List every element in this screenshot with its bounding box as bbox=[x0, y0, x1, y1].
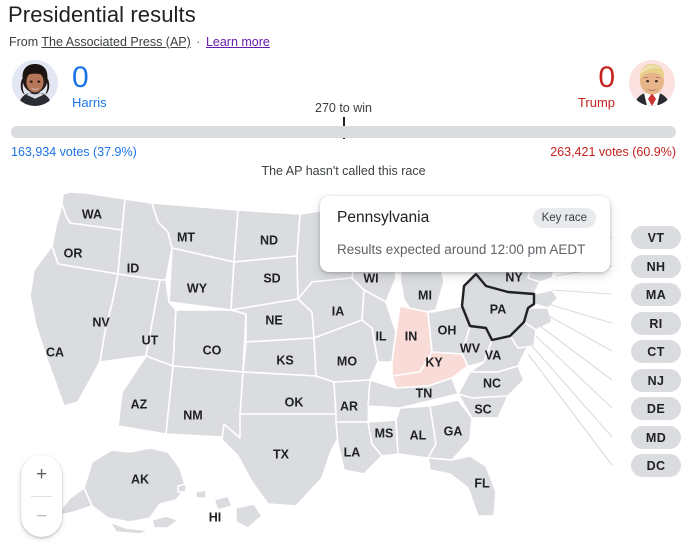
state-label-ne[interactable]: NE bbox=[265, 313, 282, 327]
trump-votes: 263,421 votes (60.9%) bbox=[550, 145, 676, 159]
side-label-ct[interactable]: CT bbox=[631, 340, 681, 363]
state-info-card[interactable]: Pennsylvania Key race Results expected a… bbox=[320, 196, 610, 272]
state-label-wy[interactable]: WY bbox=[187, 281, 208, 295]
presidential-results-panel: Presidential results From The Associated… bbox=[0, 0, 687, 559]
state-label-il[interactable]: IL bbox=[375, 329, 386, 343]
state-label-in[interactable]: IN bbox=[405, 329, 418, 343]
state-label-id[interactable]: ID bbox=[127, 261, 140, 275]
trump-avatar bbox=[629, 60, 675, 106]
learn-more-link[interactable]: Learn more bbox=[206, 35, 270, 49]
side-label-de[interactable]: DE bbox=[631, 397, 681, 420]
state-label-ms[interactable]: MS bbox=[375, 426, 394, 440]
zoom-in-button[interactable]: + bbox=[21, 455, 62, 495]
state-label-wi[interactable]: WI bbox=[363, 271, 378, 285]
state-label-ak[interactable]: AK bbox=[131, 472, 149, 486]
harris-avatar bbox=[12, 60, 58, 106]
state-label-ny[interactable]: NY bbox=[505, 270, 523, 284]
state-label-mt[interactable]: MT bbox=[177, 230, 195, 244]
side-label-nh[interactable]: NH bbox=[631, 255, 681, 278]
trump-electoral-votes: 0 bbox=[598, 61, 615, 94]
state-label-ar[interactable]: AR bbox=[340, 399, 358, 413]
to-win-label: 270 to win bbox=[315, 101, 372, 115]
state-label-nc[interactable]: NC bbox=[483, 376, 501, 390]
source-line: From The Associated Press (AP) · Learn m… bbox=[9, 35, 270, 49]
northeast-state-labels: VT NH MA RI CT NJ DE MD DC bbox=[607, 186, 687, 516]
state-label-la[interactable]: LA bbox=[344, 445, 361, 459]
state-label-al[interactable]: AL bbox=[410, 428, 427, 442]
source-link[interactable]: The Associated Press (AP) bbox=[41, 35, 190, 49]
electoral-vote-bar bbox=[11, 126, 676, 138]
card-detail-text: Results expected around 12:00 pm AEDT bbox=[337, 242, 586, 257]
state-label-sc[interactable]: SC bbox=[474, 402, 491, 416]
from-prefix: From bbox=[9, 35, 39, 49]
state-label-pa[interactable]: PA bbox=[490, 302, 506, 316]
state-label-tx[interactable]: TX bbox=[273, 447, 290, 461]
state-label-va[interactable]: VA bbox=[485, 348, 501, 362]
side-label-md[interactable]: MD bbox=[631, 426, 681, 449]
side-label-vt[interactable]: VT bbox=[631, 226, 681, 249]
state-label-ks[interactable]: KS bbox=[276, 353, 293, 367]
race-status: The AP hasn't called this race bbox=[261, 164, 426, 178]
state-label-hi[interactable]: HI bbox=[209, 510, 222, 524]
state-label-co[interactable]: CO bbox=[203, 343, 222, 357]
state-label-fl[interactable]: FL bbox=[474, 476, 490, 490]
key-race-badge: Key race bbox=[532, 208, 596, 228]
state-label-or[interactable]: OR bbox=[64, 246, 83, 260]
state-label-ky[interactable]: KY bbox=[425, 355, 443, 369]
card-state-name: Pennsylvania bbox=[337, 209, 430, 226]
state-label-nv[interactable]: NV bbox=[92, 315, 110, 329]
state-label-wv[interactable]: WV bbox=[460, 341, 481, 355]
state-label-az[interactable]: AZ bbox=[131, 397, 148, 411]
side-label-dc[interactable]: DC bbox=[631, 454, 681, 477]
zoom-out-button[interactable]: − bbox=[21, 497, 62, 537]
state-label-oh[interactable]: OH bbox=[438, 323, 457, 337]
state-label-ok[interactable]: OK bbox=[285, 395, 304, 409]
state-label-mo[interactable]: MO bbox=[337, 354, 357, 368]
state-label-ia[interactable]: IA bbox=[332, 304, 345, 318]
separator-dot: · bbox=[196, 35, 201, 49]
side-label-ri[interactable]: RI bbox=[631, 312, 681, 335]
map-zoom-control[interactable]: + − bbox=[21, 455, 62, 537]
page-title: Presidential results bbox=[8, 2, 196, 27]
state-label-nd[interactable]: ND bbox=[260, 233, 278, 247]
state-label-tn[interactable]: TN bbox=[416, 386, 433, 400]
harris-electoral-votes: 0 bbox=[72, 61, 89, 94]
state-label-wa[interactable]: WA bbox=[82, 207, 102, 221]
side-label-ma[interactable]: MA bbox=[631, 283, 681, 306]
state-label-ca[interactable]: CA bbox=[46, 345, 64, 359]
state-label-ga[interactable]: GA bbox=[444, 424, 463, 438]
harris-votes: 163,934 votes (37.9%) bbox=[11, 145, 137, 159]
state-label-mi[interactable]: MI bbox=[418, 288, 432, 302]
state-label-ut[interactable]: UT bbox=[142, 333, 159, 347]
side-label-nj[interactable]: NJ bbox=[631, 369, 681, 392]
state-label-sd[interactable]: SD bbox=[263, 271, 280, 285]
state-label-nm[interactable]: NM bbox=[183, 408, 202, 422]
